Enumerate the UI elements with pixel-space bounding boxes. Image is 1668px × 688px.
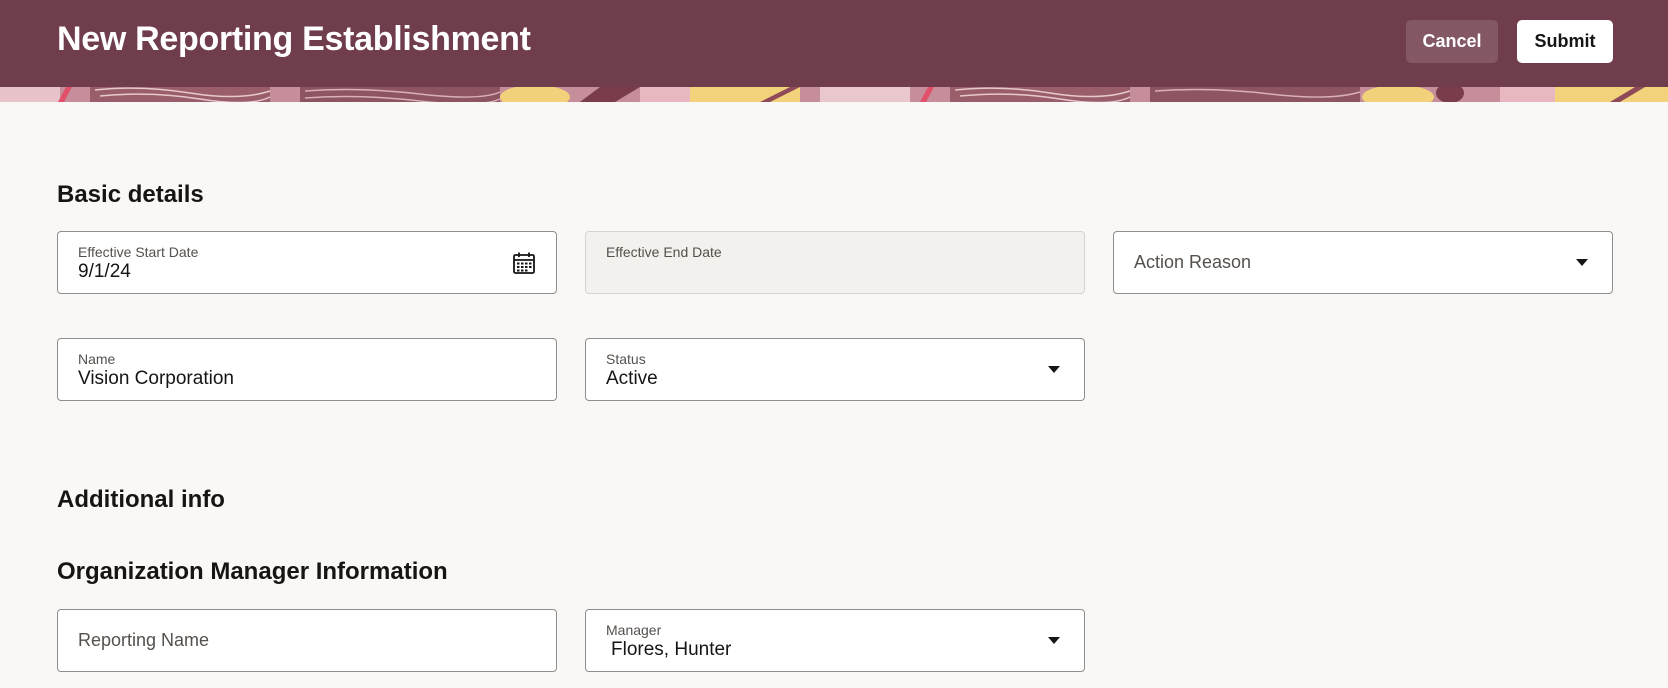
- name-label: Name: [78, 351, 116, 367]
- submit-button[interactable]: Submit: [1517, 20, 1613, 63]
- section-title-additional-info: Additional info: [57, 486, 225, 513]
- status-select[interactable]: Status Active: [585, 338, 1085, 401]
- name-value: Vision Corporation: [78, 368, 234, 389]
- manager-value: Flores, Hunter: [611, 639, 732, 660]
- section-title-organization-manager-information: Organization Manager Information: [57, 558, 448, 585]
- status-value: Active: [606, 368, 658, 389]
- manager-select[interactable]: Manager Flores, Hunter: [585, 609, 1085, 672]
- page-header: New Reporting Establishment Cancel Submi…: [0, 0, 1668, 87]
- name-field[interactable]: Name Vision Corporation: [57, 338, 557, 401]
- section-title-basic-details: Basic details: [57, 181, 204, 208]
- chevron-down-icon[interactable]: [1048, 637, 1060, 644]
- reporting-name-field[interactable]: Reporting Name: [57, 609, 557, 672]
- action-reason-select[interactable]: Action Reason: [1113, 231, 1613, 294]
- reporting-name-placeholder: Reporting Name: [78, 630, 210, 650]
- status-label: Status: [606, 351, 646, 367]
- page-title: New Reporting Establishment: [57, 20, 531, 58]
- effective-end-date-label: Effective End Date: [606, 244, 722, 260]
- chevron-down-icon[interactable]: [1576, 259, 1588, 266]
- effective-end-date-field: Effective End Date: [585, 231, 1085, 294]
- manager-label: Manager: [606, 622, 662, 638]
- decorative-banner: [0, 87, 1668, 102]
- effective-start-date-field[interactable]: Effective Start Date 9/1/24: [57, 231, 557, 294]
- action-reason-placeholder: Action Reason: [1134, 252, 1252, 272]
- effective-start-date-value: 9/1/24: [78, 261, 131, 282]
- cancel-button[interactable]: Cancel: [1406, 20, 1498, 63]
- chevron-down-icon[interactable]: [1048, 366, 1060, 373]
- effective-start-date-label: Effective Start Date: [78, 244, 199, 260]
- calendar-icon[interactable]: [512, 251, 536, 280]
